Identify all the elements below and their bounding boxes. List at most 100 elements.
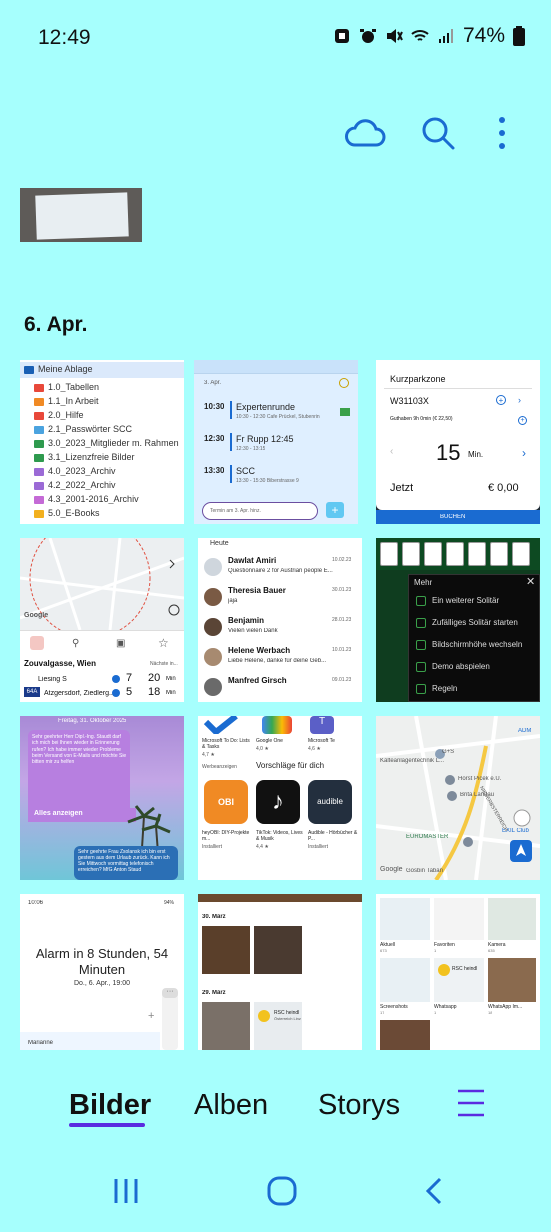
more-options-icon[interactable] xyxy=(496,115,508,151)
star-icon: ☆ xyxy=(158,636,169,650)
menu-item-icon xyxy=(416,640,426,650)
calendar-day: 3. Apr. xyxy=(204,380,222,386)
menu-icon[interactable] xyxy=(456,1087,486,1119)
folder-item: 2.0_Hilfe xyxy=(34,410,84,420)
folder-icon xyxy=(34,425,44,434)
tiktok-app-icon: ♪ xyxy=(256,780,300,824)
obi-app-icon: OBI xyxy=(204,780,248,824)
playing-card xyxy=(512,542,530,566)
folder-icon xyxy=(34,481,44,490)
message-preview: Liebe Helene, danke für deine Geb... xyxy=(228,658,327,664)
car-icon: ▣ xyxy=(116,638,126,649)
battery-percent: 74% xyxy=(462,24,505,47)
avatar xyxy=(204,648,222,666)
menu-item: Zufälliges Solitär starten xyxy=(432,618,518,627)
active-tab-indicator xyxy=(69,1123,145,1127)
photo-thumbnail-calendar[interactable]: 3. Apr. 10:30 Expertenrunde 10:30 - 12:3… xyxy=(194,360,358,524)
parking-minutes: 15 xyxy=(436,440,461,465)
photo-thumbnail-solitaire[interactable]: Mehr ✕ Ein weiterer Solitär Zufälliges So… xyxy=(376,538,540,702)
photo-thumbnail-chat[interactable]: Freitag, 31. Oktober 2025 Sehr geehrter … xyxy=(20,716,184,880)
calendar-add-input: Termin am 3. Apr. hinz. xyxy=(210,508,261,514)
mute-icon xyxy=(386,29,403,43)
close-icon: ✕ xyxy=(526,576,536,588)
avatar xyxy=(204,678,222,696)
sim-icon xyxy=(334,29,349,43)
playing-card xyxy=(424,542,442,566)
menu-item: Demo abspielen xyxy=(432,662,490,671)
menu-item: Bildschirmhöhe wechseln xyxy=(432,640,523,649)
playing-card xyxy=(402,542,420,566)
message-date: 10.02.23 xyxy=(332,557,352,563)
folder-icon xyxy=(34,439,44,448)
back-icon[interactable] xyxy=(424,1177,444,1205)
tab-pictures[interactable]: Bilder xyxy=(69,1089,151,1122)
folder-icon xyxy=(34,383,44,392)
folder-item: 4.2_2022_Archiv xyxy=(34,480,116,490)
alarm-icon xyxy=(359,29,376,43)
photo-thumbnail-drive-folders[interactable]: Meine Ablage 1.0_Tabellen 1.1_In Arbeit 2.… xyxy=(20,360,184,524)
system-navigation-bar xyxy=(0,1165,551,1225)
avatar xyxy=(204,618,222,636)
menu-item-icon xyxy=(416,596,426,606)
message-preview: jaja xyxy=(228,598,238,604)
bike-icon: ⚲ xyxy=(72,638,80,649)
photo-thumbnail-messages[interactable]: Heute Dawlat Amiri 10.02.23 Questionnaire … xyxy=(198,538,362,702)
message-sender: Dawlat Amiri xyxy=(228,556,277,565)
message-sender: Benjamin xyxy=(228,616,265,625)
avatar xyxy=(204,588,222,606)
message-preview: Questionnaire 2 for Austrian people E... xyxy=(228,568,333,574)
folder-item: 5.0_E-Books xyxy=(34,508,100,518)
photo-thumbnail-albums[interactable]: Aktuell 673 Favoriten 1 Kamera 635 RSC h… xyxy=(376,894,540,1050)
message-date: 30.01.23 xyxy=(332,587,352,593)
folder-icon xyxy=(34,453,44,462)
add-icon: + xyxy=(326,502,344,518)
photo-thumbnail-transit-map[interactable]: Google ⚲ ▣ ☆ Zouvalgasse, Wien Nächste i… xyxy=(20,538,184,702)
tab-stories[interactable]: Storys xyxy=(318,1089,400,1122)
folder-item: 3.0_2023_Mitglieder m. Rahmen xyxy=(34,438,179,448)
avatar xyxy=(204,558,222,576)
folder-icon xyxy=(34,495,44,504)
teams-icon: T xyxy=(310,716,334,734)
message-date: 09.01.23 xyxy=(332,677,352,683)
add-icon: + xyxy=(148,1010,155,1022)
folder-item: 4.3_2001-2016_Archiv xyxy=(34,494,139,504)
google-one-icon xyxy=(262,716,292,734)
drive-root-label: Meine Ablage xyxy=(38,364,93,374)
bottom-navigation: Bilder Alben Storys xyxy=(0,1075,551,1145)
playing-card xyxy=(446,542,464,566)
menu-item: Ein weiterer Solitär xyxy=(432,596,500,605)
folder-icon xyxy=(34,397,44,406)
message-sender: Manfred Girsch xyxy=(228,676,287,685)
message-preview: Vielen vielen Dank xyxy=(228,628,278,634)
status-icons: 74% xyxy=(333,24,525,48)
photo-thumbnail-gallery[interactable]: 30. März 29. März RSC heindl Österreich … xyxy=(198,894,362,1050)
folder-item: 2.1_Passwörter SCC xyxy=(34,424,132,434)
photo-thumbnail-document[interactable] xyxy=(20,188,142,242)
photo-thumbnail-alarm[interactable]: 10:06 94% Alarm in 8 Stunden, 54 Minuten… xyxy=(20,894,184,1050)
recents-icon[interactable] xyxy=(112,1177,140,1205)
search-icon[interactable] xyxy=(420,115,456,151)
message-date: 10.01.23 xyxy=(332,647,352,653)
message-sender: Theresia Bauer xyxy=(228,586,286,595)
section-date-header: 6. Apr. xyxy=(24,313,88,336)
folder-icon xyxy=(34,509,44,518)
status-time: 12:49 xyxy=(38,26,91,49)
audible-app-icon: audible xyxy=(308,780,352,824)
folder-item: 3.1_Lizenzfreie Bilder xyxy=(34,452,135,462)
photo-thumbnail-map[interactable]: Kälteanlagentechnik L... G+S Horst Picek… xyxy=(376,716,540,880)
photo-thumbnail-parking[interactable]: Kurzparkzone W31103X + › Guthaben 9h 0mi… xyxy=(376,360,540,524)
status-bar: 12:49 74% xyxy=(0,0,551,70)
message-date: 28.01.23 xyxy=(332,617,352,623)
playing-card xyxy=(380,542,398,566)
playing-card xyxy=(490,542,508,566)
battery-icon xyxy=(513,26,525,46)
home-icon[interactable] xyxy=(266,1175,298,1207)
tab-albums[interactable]: Alben xyxy=(194,1089,268,1122)
menu-item: Regeln xyxy=(432,684,458,693)
menu-item-icon xyxy=(416,618,426,628)
message-sender: Helene Werbach xyxy=(228,646,291,655)
cloud-icon[interactable] xyxy=(344,115,386,151)
folder-item: 1.1_In Arbeit xyxy=(34,396,99,406)
folder-item: 1.0_Tabellen xyxy=(34,382,99,392)
photo-thumbnail-play-store[interactable]: T Microsoft To Do: Lists & Tasks 4,7 ★ G… xyxy=(198,716,362,880)
